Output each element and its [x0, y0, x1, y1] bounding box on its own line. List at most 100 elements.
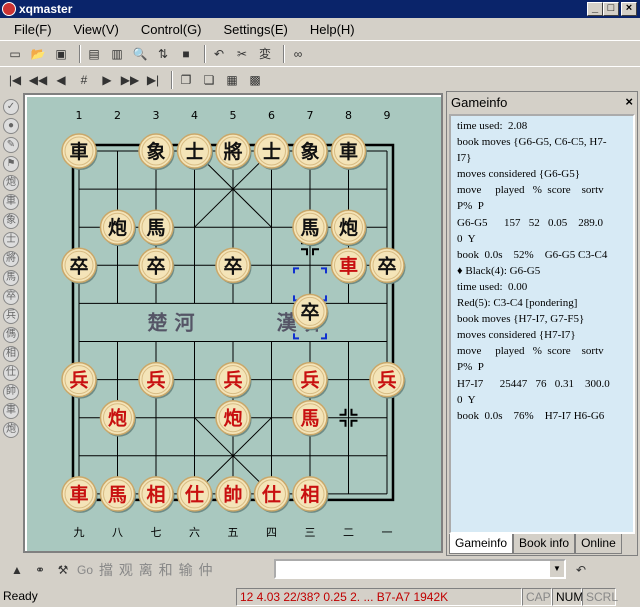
computer-red-icon[interactable]: ▤ [85, 45, 103, 63]
database-icon[interactable]: ▩ [246, 71, 264, 89]
paste-icon[interactable]: ❏ [200, 71, 218, 89]
file-label-top: 7 [307, 109, 314, 122]
file-label-bottom: 四 [266, 526, 277, 539]
piece-label: 炮 [108, 216, 127, 239]
tab-gameinfo[interactable]: Gameinfo [449, 534, 514, 554]
menu-control[interactable]: Control(G) [127, 22, 210, 37]
piece-label: 仕 [184, 483, 204, 506]
tools-icon[interactable]: ⚒ [54, 561, 72, 579]
menu-bar: File(F) View(V) Control(G) Settings(E) H… [0, 18, 640, 40]
go-button[interactable]: Go [77, 563, 93, 577]
palette-tool[interactable]: 相 [3, 346, 19, 362]
palette-tool[interactable]: 將 [3, 251, 19, 267]
change-icon[interactable]: 変 [256, 45, 274, 63]
magnify-icon[interactable]: 🔍 [131, 45, 149, 63]
send-icon[interactable]: ↶ [572, 561, 590, 579]
palette-tool[interactable]: 車 [3, 403, 19, 419]
gameinfo-close-button[interactable]: × [625, 94, 633, 109]
gameinfo-line: book 0.0s 76% H7-I7 H6-G6 [457, 409, 605, 422]
gameinfo-line: moves considered {H7-I7} [457, 329, 576, 342]
link-icon[interactable]: ⚭ [31, 561, 49, 579]
left-tool-palette: ✓ ● ✎ ⚑ 炮車象士將馬卒兵傌相仕帥車炮 [0, 96, 22, 556]
console-icon[interactable]: ■ [177, 45, 195, 63]
forward-icon[interactable]: ▶ [98, 71, 116, 89]
command-chars: 擋 观 离 和 输 仲 [99, 562, 214, 578]
file-label-bottom: 二 [343, 526, 354, 539]
new-file-icon[interactable]: ▭ [6, 45, 24, 63]
file-label-bottom: 六 [189, 526, 200, 539]
main-toolbar: ▭ 📂 ▣ ▤ ▥ 🔍 ⇅ ■ ↶ ✂ 変 ∞ [0, 40, 640, 66]
gameinfo-line: time used: 2.08 [457, 120, 528, 132]
file-label-top: 3 [153, 109, 160, 122]
minimize-button[interactable]: _ [587, 2, 603, 16]
file-label-bottom: 五 [228, 526, 239, 539]
palette-tool[interactable]: 車 [3, 194, 19, 210]
palette-tool[interactable]: 帥 [3, 384, 19, 400]
palette-tool[interactable]: 象 [3, 213, 19, 229]
clipboard-icon[interactable]: ▦ [223, 71, 241, 89]
palette-tool[interactable]: 炮 [3, 175, 19, 191]
gameinfo-line: book moves {H7-I7, G7-F5} [457, 313, 585, 326]
undo-icon[interactable]: ↶ [210, 45, 228, 63]
palette-tool[interactable]: ● [3, 118, 19, 134]
app-icon [2, 2, 16, 16]
engine-icon[interactable]: ▲ [8, 561, 26, 579]
status-num: NUM [552, 588, 583, 606]
piece-label: 仕 [261, 483, 281, 506]
piece-label: 卒 [69, 254, 88, 277]
file-label-bottom: 七 [151, 526, 162, 539]
tab-online[interactable]: Online [575, 534, 622, 554]
palette-tool[interactable]: 炮 [3, 422, 19, 438]
gameinfo-line: 0 Y [457, 393, 476, 406]
file-label-bottom: 三 [305, 526, 316, 539]
open-folder-icon[interactable]: 📂 [29, 45, 47, 63]
menu-view[interactable]: View(V) [60, 22, 127, 37]
flip-icon[interactable]: ⇅ [154, 45, 172, 63]
gameinfo-line: book moves {G6-G5, C6-C5, H7- [457, 136, 607, 149]
back-fast-icon[interactable]: ◀◀ [29, 71, 47, 89]
tab-book-info[interactable]: Book info [513, 534, 576, 554]
gameinfo-tabs: Gameinfo Book info Online [449, 534, 635, 554]
save-icon[interactable]: ▣ [52, 45, 70, 63]
palette-tool[interactable]: 卒 [3, 289, 19, 305]
binoculars-icon[interactable]: ∞ [289, 45, 307, 63]
palette-tool[interactable]: 仕 [3, 365, 19, 381]
computer-black-icon[interactable]: ▥ [108, 45, 126, 63]
palette-tool[interactable]: 士 [3, 232, 19, 248]
gameinfo-line: move played % score sortv [457, 345, 604, 358]
file-label-bottom: 九 [74, 526, 85, 539]
gameinfo-line: Red(5): C3-C4 [pondering] [457, 297, 578, 310]
piece-label: 卒 [377, 254, 396, 277]
close-button[interactable]: × [621, 2, 637, 16]
palette-tool[interactable]: ✎ [3, 137, 19, 153]
menu-file[interactable]: File(F) [0, 22, 60, 37]
move-number-icon[interactable]: # [75, 71, 93, 89]
palette-tool[interactable]: 傌 [3, 327, 19, 343]
palette-tool[interactable]: ✓ [3, 99, 19, 115]
menu-help[interactable]: Help(H) [296, 22, 363, 37]
last-move-icon[interactable]: ▶| [144, 71, 162, 89]
xiangqi-board[interactable]: 楚 河漢 界123456789九八七六五四三二一車象士將士象車炮馬馬炮卒卒卒車卒… [27, 97, 441, 551]
menu-settings[interactable]: Settings(E) [210, 22, 296, 37]
piece-label: 馬 [108, 484, 127, 506]
forward-fast-icon[interactable]: ▶▶ [121, 71, 139, 89]
back-icon[interactable]: ◀ [52, 71, 70, 89]
dropdown-arrow-icon[interactable]: ▼ [550, 561, 564, 577]
palette-tool[interactable]: ⚑ [3, 156, 19, 172]
status-scrl: SCRL [582, 588, 618, 606]
first-move-icon[interactable]: |◀ [6, 71, 24, 89]
command-input[interactable]: ▼ [274, 559, 566, 579]
gameinfo-title: Gameinfo [451, 94, 508, 110]
piece-label: 士 [185, 141, 204, 163]
palette-tool[interactable]: 兵 [3, 308, 19, 324]
piece-label: 炮 [223, 407, 242, 430]
piece-label: 帥 [223, 483, 242, 506]
copy-icon[interactable]: ❐ [177, 71, 195, 89]
navigation-toolbar: |◀ ◀◀ ◀ # ▶ ▶▶ ▶| ❐ ❏ ▦ ▩ [0, 66, 640, 92]
gameinfo-line: P% P [457, 200, 484, 213]
cut-icon[interactable]: ✂ [233, 45, 251, 63]
maximize-button[interactable]: □ [603, 2, 619, 16]
palette-tool[interactable]: 馬 [3, 270, 19, 286]
file-label-top: 6 [268, 109, 275, 122]
piece-label: 兵 [300, 370, 319, 392]
